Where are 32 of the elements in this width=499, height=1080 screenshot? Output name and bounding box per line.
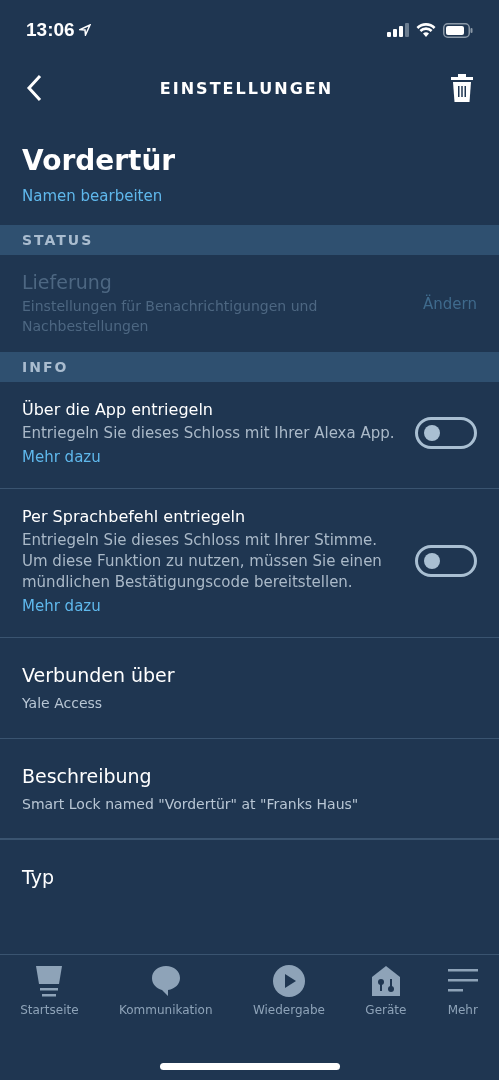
tab-bar-item[interactable]: Mehr bbox=[444, 965, 481, 1017]
tab-bar-item[interactable]: Geräte bbox=[363, 965, 409, 1017]
section-header: INFO bbox=[0, 352, 499, 383]
setting-title: Beschreibung bbox=[22, 764, 153, 787]
lamp-icon bbox=[34, 965, 65, 997]
device-name: Vordertür bbox=[22, 144, 177, 177]
play-icon bbox=[272, 965, 305, 997]
setting-description: Entriegeln Sie dieses Schloss mit Ihrer Stimme. Um diese Funktion zu nutzen, müssen Sie einen mündlichen Bestätigungscode bereitstellen. bbox=[22, 530, 383, 594]
setting-title: Per Sprachbefehl entriegeln bbox=[22, 507, 247, 527]
status-time: 13:06 bbox=[26, 19, 75, 41]
setting-title: Über die App entriegeln bbox=[22, 400, 214, 420]
setting-title: Verbunden über bbox=[22, 664, 176, 687]
house-icon bbox=[370, 965, 401, 997]
signal-icon bbox=[387, 23, 409, 37]
section-header: STATUS bbox=[0, 225, 499, 255]
speech-bubble-icon bbox=[150, 965, 181, 997]
battery-icon bbox=[443, 22, 473, 38]
edit-name-link[interactable]: Namen bearbeiten bbox=[22, 187, 163, 205]
setting-value: Smart Lock named "Vordertür" at "Franks Haus" bbox=[22, 794, 360, 814]
location-arrow-icon bbox=[78, 24, 91, 36]
setting-title: Typ bbox=[22, 866, 55, 889]
wifi-icon bbox=[416, 23, 436, 37]
toggle-switch[interactable] bbox=[415, 417, 477, 450]
learn-more-link[interactable]: Mehr dazu bbox=[22, 448, 101, 467]
setting-value: Yale Access bbox=[22, 694, 104, 714]
tab-bar-item[interactable]: Wiedergabe bbox=[250, 965, 327, 1017]
tab-bar-item[interactable]: Kommunikation bbox=[116, 965, 215, 1017]
learn-more-link[interactable]: Mehr dazu bbox=[22, 597, 101, 616]
toggle-switch[interactable] bbox=[415, 545, 477, 578]
screen-title: EINSTELLUNGEN bbox=[159, 78, 334, 98]
tab-bar-item[interactable]: Startseite bbox=[18, 965, 81, 1017]
setting-description: Entriegeln Sie dieses Schloss mit Ihrer Alexa App. bbox=[22, 423, 396, 445]
